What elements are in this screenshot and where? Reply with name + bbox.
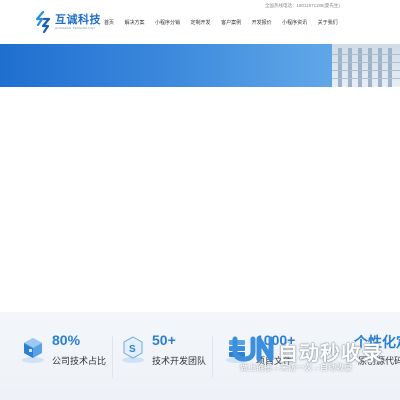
building-image <box>332 44 400 87</box>
stat-number: 80% <box>52 332 81 348</box>
logo-name: 互诚科技 <box>55 13 101 26</box>
stat-custom: 个性化定 原创源代码 <box>322 332 400 382</box>
site-header: 互诚科技 HUCHENG TECHNOLOGY 全国热线电话：180119711… <box>0 0 400 44</box>
stat-tech-ratio: 80% 公司技术占比 <box>20 332 110 382</box>
page: 互诚科技 HUCHENG TECHNOLOGY 全国热线电话：180119711… <box>0 0 400 400</box>
nav-item-custom-development[interactable]: 定制开发 <box>191 19 211 26</box>
divider <box>212 336 213 378</box>
stat-number: 个性化定 <box>354 334 400 350</box>
stat-label: 原创源代码 <box>358 356 400 366</box>
svg-text:S: S <box>129 344 136 355</box>
logo-subtitle: HUCHENG TECHNOLOGY <box>55 25 96 30</box>
stat-label: 技术开发团队 <box>152 356 207 366</box>
nav-item-home[interactable]: 首页 <box>104 19 114 26</box>
hero-banner <box>0 44 400 87</box>
stat-number: 50+ <box>152 332 176 348</box>
stat-label: 公司技术占比 <box>52 356 107 366</box>
logo-text: 互诚科技 HUCHENG TECHNOLOGY <box>55 14 101 31</box>
stat-label: 项目文件 <box>256 356 293 366</box>
hotline-text: 全国热线电话：18011971195(夏先生) <box>265 3 340 8</box>
stats-bar: 80% 公司技术占比 S 50+ 技术开发团队 1000+ 项目文件 个性化 原… <box>0 312 400 400</box>
logo-mark-icon <box>34 10 52 34</box>
logo[interactable]: 互诚科技 HUCHENG TECHNOLOGY <box>34 10 101 34</box>
nav-item-solutions[interactable]: 解决方案 <box>125 19 145 26</box>
stat-number: 1000+ <box>256 332 296 348</box>
server-stack-icon <box>224 334 250 364</box>
nav-item-client-cases[interactable]: 客户案例 <box>221 19 241 26</box>
main-nav: 首页 解决方案 小程序分销 定制开发 客户案例 开发报价 小程序资讯 关于我们 <box>104 19 338 26</box>
nav-item-mini-program-news[interactable]: 小程序资讯 <box>282 19 307 26</box>
nav-item-mini-program-distribution[interactable]: 小程序分销 <box>155 19 180 26</box>
stat-dev-team: S 50+ 技术开发团队 <box>120 332 210 382</box>
nav-item-pricing[interactable]: 开发报价 <box>252 19 272 26</box>
nav-item-about-us[interactable]: 关于我们 <box>318 19 338 26</box>
s-cube-icon: S <box>120 334 146 364</box>
divider <box>112 336 113 378</box>
cube-stack-icon <box>20 334 46 364</box>
stat-projects: 1000+ 项目文件 <box>224 332 304 382</box>
